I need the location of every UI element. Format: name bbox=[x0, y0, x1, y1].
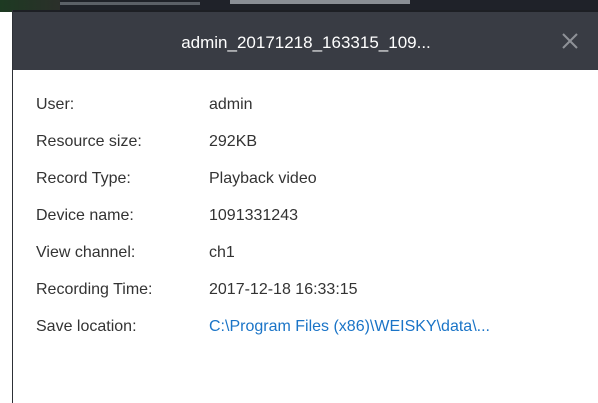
background-video-fragment bbox=[60, 2, 200, 5]
close-button[interactable] bbox=[555, 26, 585, 56]
info-row-resource-size: Resource size: 292KB bbox=[36, 127, 596, 164]
info-list: User: admin Resource size: 292KB Record … bbox=[36, 90, 596, 349]
record-type-value: Playback video bbox=[209, 170, 317, 187]
resource-size-value: 292KB bbox=[209, 133, 258, 150]
info-row-recording-time: Recording Time: 2017-12-18 16:33:15 bbox=[36, 275, 596, 312]
info-row-save-location: Save location: C:\Program Files (x86)\WE… bbox=[36, 312, 596, 349]
info-row-device-name: Device name: 1091331243 bbox=[36, 201, 596, 238]
dialog-title: admin_20171218_163315_109... bbox=[181, 33, 431, 52]
recording-time-value: 2017-12-18 16:33:15 bbox=[209, 281, 358, 298]
save-location-label: Save location: bbox=[36, 318, 137, 335]
resource-info-dialog: admin_20171218_163315_109... User: admin… bbox=[12, 10, 598, 403]
info-row-user: User: admin bbox=[36, 90, 596, 127]
recording-time-label: Recording Time: bbox=[36, 281, 153, 298]
user-label: User: bbox=[36, 96, 75, 113]
dialog-titlebar: admin_20171218_163315_109... bbox=[13, 10, 598, 70]
save-location-link[interactable]: C:\Program Files (x86)\WEISKY\data\... bbox=[209, 318, 490, 336]
device-name-label: Device name: bbox=[36, 207, 134, 224]
view-channel-label: View channel: bbox=[36, 244, 136, 261]
info-row-record-type: Record Type: Playback video bbox=[36, 164, 596, 201]
close-icon bbox=[562, 33, 578, 49]
info-row-view-channel: View channel: ch1 bbox=[36, 238, 596, 275]
user-value: admin bbox=[209, 96, 253, 113]
resource-size-label: Resource size: bbox=[36, 133, 142, 150]
background-video-fragment bbox=[230, 0, 410, 4]
record-type-label: Record Type: bbox=[36, 170, 131, 187]
device-name-value: 1091331243 bbox=[209, 207, 298, 224]
view-channel-value: ch1 bbox=[209, 244, 235, 261]
